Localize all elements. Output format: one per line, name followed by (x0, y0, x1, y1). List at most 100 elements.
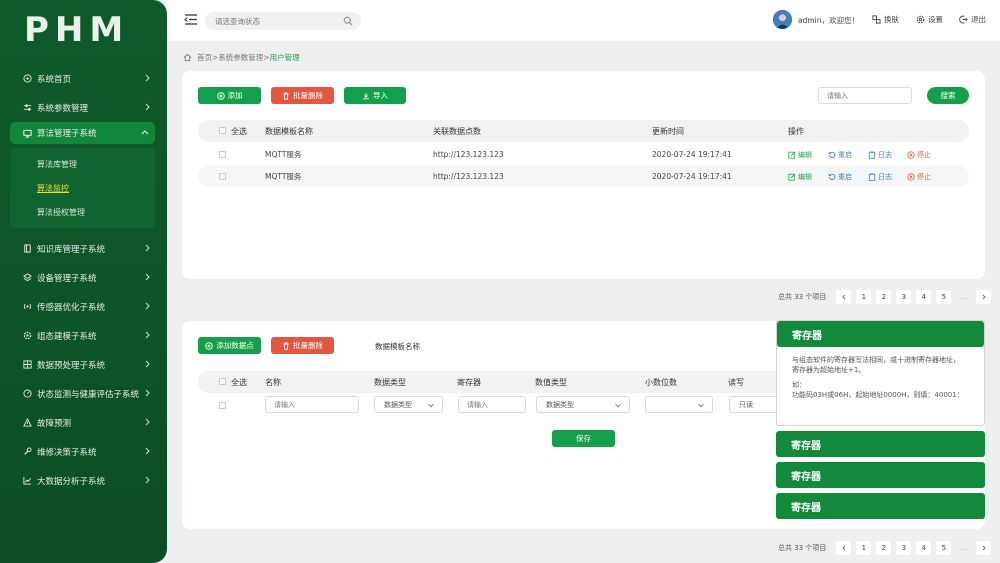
register-popup-title[interactable]: 寄存器 (777, 321, 984, 347)
search-button[interactable]: 搜索 (927, 87, 969, 104)
edit-label: 编辑 (798, 172, 812, 181)
next-page-button[interactable] (976, 541, 992, 555)
sidebar-item-health[interactable]: 状态监测与健康评估子系统 (0, 379, 167, 408)
read-write-select[interactable]: 只读 (729, 396, 779, 413)
edit-action[interactable]: 编辑 (788, 150, 812, 160)
register-tab[interactable]: 寄存器 (776, 431, 985, 457)
subnav-item-license[interactable]: 算法授权管理 (10, 200, 155, 224)
sidebar-item-label: 维修决策子系统 (37, 447, 97, 458)
batch-delete-button[interactable]: 批量删除 (271, 87, 334, 104)
row-checkbox[interactable] (219, 173, 226, 180)
template-name-label: 数据模板名称 (375, 342, 420, 351)
stop-action[interactable]: 停止 (907, 172, 931, 182)
settings-button[interactable]: 设置 (916, 14, 943, 25)
page-1[interactable]: 1 (856, 541, 872, 555)
batch-delete-label: 批量删除 (293, 91, 323, 100)
page-2[interactable]: 2 (876, 290, 892, 304)
sidebar-item-label: 大数据分析子系统 (37, 476, 106, 487)
batch-delete-button[interactable]: 批量删除 (271, 337, 334, 354)
breadcrumb-parent[interactable]: 系统参数管理 (218, 52, 263, 63)
page-5[interactable]: 5 (936, 290, 952, 304)
stop-icon (907, 172, 915, 181)
keyword-search-input[interactable] (818, 87, 912, 104)
wrench-icon (22, 447, 32, 457)
skin-button[interactable]: 换肤 (872, 14, 899, 25)
restart-action[interactable]: 重启 (828, 150, 852, 160)
total-count: 总共 33 个项目 (778, 544, 827, 552)
page-1[interactable]: 1 (856, 290, 872, 304)
subnav-item-library[interactable]: 算法库管理 (10, 152, 155, 176)
log-label: 日志 (878, 172, 892, 181)
select-all-checkbox[interactable] (219, 127, 226, 134)
decimals-select[interactable] (645, 396, 713, 413)
value-type-select[interactable]: 数据类型 (536, 396, 630, 413)
register-input[interactable] (458, 396, 526, 413)
chevron-right-icon (145, 103, 150, 111)
search-input[interactable] (205, 12, 361, 30)
next-page-button[interactable] (976, 290, 992, 304)
search-icon[interactable] (343, 16, 353, 26)
page-3[interactable]: 3 (896, 290, 912, 304)
breadcrumb-home[interactable]: 首页 (197, 52, 212, 63)
subnav-item-monitor[interactable]: 算法监控 (10, 176, 155, 200)
page-4[interactable]: 4 (916, 290, 932, 304)
row-checkbox[interactable] (219, 151, 226, 158)
sidebar-item-home[interactable]: 系统首页 (0, 64, 167, 93)
page-2[interactable]: 2 (876, 541, 892, 555)
home-icon[interactable] (183, 53, 192, 62)
select-all-checkbox[interactable] (219, 378, 226, 385)
sidebar-item-bigdata[interactable]: 大数据分析子系统 (0, 466, 167, 495)
prev-page-button[interactable] (836, 541, 852, 555)
logout-button[interactable]: 退出 (959, 14, 986, 25)
page-5[interactable]: 5 (936, 541, 952, 555)
row-checkbox[interactable] (219, 402, 226, 409)
restart-label: 重启 (838, 172, 852, 181)
name-input[interactable] (265, 396, 359, 413)
log-action[interactable]: 日志 (868, 172, 892, 182)
book-icon (22, 244, 32, 254)
row-url: http://123.123.123 (433, 150, 504, 159)
sidebar-item-sensor[interactable]: 传感器优化子系统 (0, 292, 167, 321)
log-action[interactable]: 日志 (868, 150, 892, 160)
sidebar-item-algorithm[interactable]: 算法管理子系统 (10, 122, 155, 144)
page-4[interactable]: 4 (916, 541, 932, 555)
sidebar-item-fault[interactable]: 故障预测 (0, 408, 167, 437)
restart-icon (828, 173, 836, 180)
chevron-right-icon (982, 294, 986, 300)
home-icon (22, 74, 32, 84)
col-template-name: 数据模板名称 (265, 126, 313, 136)
total-count: 总共 33 个项目 (778, 293, 827, 301)
menu-toggle-icon[interactable] (184, 13, 198, 26)
edit-action[interactable]: 编辑 (788, 172, 812, 182)
sidebar-subnav: 算法库管理 算法监控 算法授权管理 (10, 148, 155, 228)
sidebar-item-params[interactable]: 系统参数管理 (0, 93, 167, 122)
search-button-label: 搜索 (940, 91, 956, 100)
register-tab[interactable]: 寄存器 (776, 493, 985, 519)
page-3[interactable]: 3 (896, 541, 912, 555)
table-row: MQTT服务 http://123.123.123 2020-07-24 19:… (198, 144, 969, 165)
sidebar-item-knowledge[interactable]: 知识库管理子系统 (0, 234, 167, 263)
palette-icon (872, 15, 881, 24)
sidebar-item-preprocess[interactable]: 数据预处理子系统 (0, 350, 167, 379)
read-write-value: 只读 (739, 400, 753, 409)
sidebar-item-device[interactable]: 设备管理子系统 (0, 263, 167, 292)
import-button[interactable]: 导入 (344, 87, 406, 104)
register-popup-body: 与组态软件的寄存器写法相同，或十进制寄存器地址， 寄存器为超始地址+1。 如： … (777, 347, 984, 408)
chevron-right-icon (145, 389, 150, 397)
avatar[interactable] (773, 10, 792, 29)
chevron-right-icon (982, 545, 986, 551)
register-tab[interactable]: 寄存器 (776, 462, 985, 488)
pagination: 总共 33 个项目 1 2 3 4 5 ... (778, 541, 992, 555)
save-button[interactable]: 保存 (552, 430, 615, 447)
stop-action[interactable]: 停止 (907, 150, 931, 160)
add-data-point-button[interactable]: 添加数据点 (198, 337, 261, 354)
add-button[interactable]: 添加 (198, 87, 261, 104)
sidebar-item-modeling[interactable]: 组态建模子系统 (0, 321, 167, 350)
skin-label: 换肤 (884, 15, 899, 24)
data-type-select[interactable]: 数据类型 (374, 396, 443, 413)
prev-page-button[interactable] (836, 290, 852, 304)
sidebar-item-maintenance[interactable]: 维修决策子系统 (0, 437, 167, 466)
restart-action[interactable]: 重启 (828, 172, 852, 182)
chevron-down-icon (698, 403, 704, 408)
sidebar-item-label: 系统参数管理 (37, 103, 89, 114)
